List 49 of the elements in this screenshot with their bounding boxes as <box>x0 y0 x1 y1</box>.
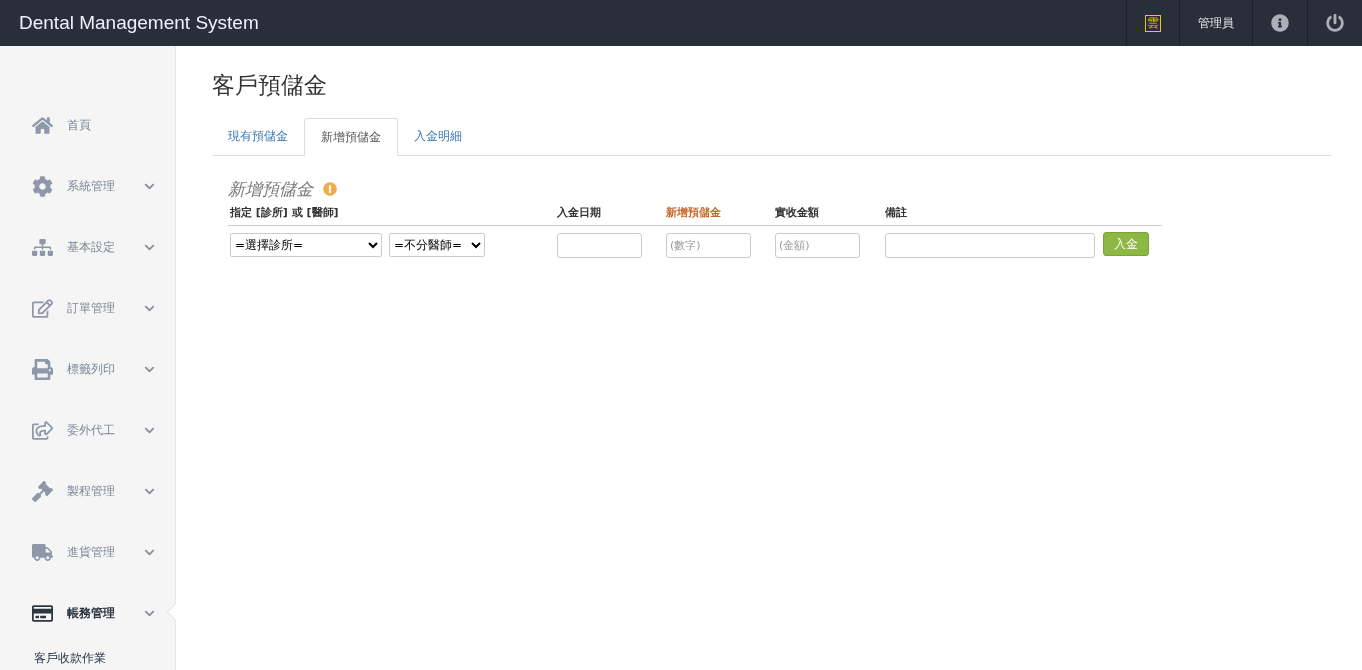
column-header: 實收金額 <box>773 200 883 226</box>
chevron-icon <box>144 303 155 314</box>
chevron-icon <box>144 364 155 375</box>
printer-icon <box>32 359 53 380</box>
user-menu[interactable]: 管理員 <box>1179 0 1252 46</box>
page-title: 客戶預儲金 <box>212 71 328 100</box>
chevron-icon <box>144 242 155 253</box>
note-field[interactable] <box>885 233 1095 258</box>
truck-icon <box>32 542 53 563</box>
sidebar-item[interactable]: 委外代工 <box>18 400 163 461</box>
home-icon <box>32 115 53 136</box>
settings-icon <box>32 176 53 197</box>
cloud-badge[interactable]: 雲 <box>1145 14 1161 32</box>
sidebar-item[interactable]: 訂單管理 <box>18 278 163 339</box>
sidebar-item[interactable]: 系統管理 <box>18 156 163 217</box>
sidebar-item[interactable]: 進貨管理 <box>18 522 163 583</box>
chevron-icon <box>144 608 155 619</box>
gavel-icon <box>32 481 53 502</box>
sidebar-item[interactable]: 標籤列印 <box>18 339 163 400</box>
sidebar-item[interactable]: 帳務管理 <box>18 583 163 644</box>
warning-icon[interactable] <box>323 182 337 196</box>
section-title: 新增預儲金 <box>228 177 313 201</box>
share-icon <box>32 420 53 441</box>
tab[interactable]: 入金明細 <box>398 118 478 155</box>
amount-field[interactable]: (數字) <box>666 233 751 258</box>
sitemap-icon <box>32 237 53 258</box>
sidebar-item[interactable]: 首頁 <box>18 95 163 156</box>
received-field[interactable]: (金額) <box>775 233 860 258</box>
sidebar-subitem[interactable]: 客戶收款作業 <box>18 644 175 667</box>
power-icon[interactable] <box>1326 14 1344 32</box>
clinic-select[interactable]: =選擇診所= <box>230 233 382 257</box>
tab[interactable]: 現有預儲金 <box>212 118 304 155</box>
column-header: 入金日期 <box>555 200 664 226</box>
tab[interactable]: 新增預儲金 <box>304 118 398 156</box>
credit-card-icon <box>32 603 53 624</box>
chevron-icon <box>144 425 155 436</box>
column-header: 新增預儲金 <box>664 200 773 226</box>
chevron-icon <box>144 181 155 192</box>
app-title: Dental Management System <box>18 11 260 35</box>
doctor-select[interactable]: =不分醫師= <box>389 233 485 257</box>
column-header: 備註 <box>883 200 1102 226</box>
chevron-icon <box>144 547 155 558</box>
chevron-icon <box>144 486 155 497</box>
sidebar-item[interactable]: 製程管理 <box>18 461 163 522</box>
info-icon[interactable] <box>1271 14 1289 32</box>
sidebar-item[interactable]: 基本設定 <box>18 217 163 278</box>
edit-icon <box>32 298 53 319</box>
date-field[interactable] <box>557 233 642 258</box>
column-header: 指定 [診所] 或 [醫師] <box>228 200 555 226</box>
